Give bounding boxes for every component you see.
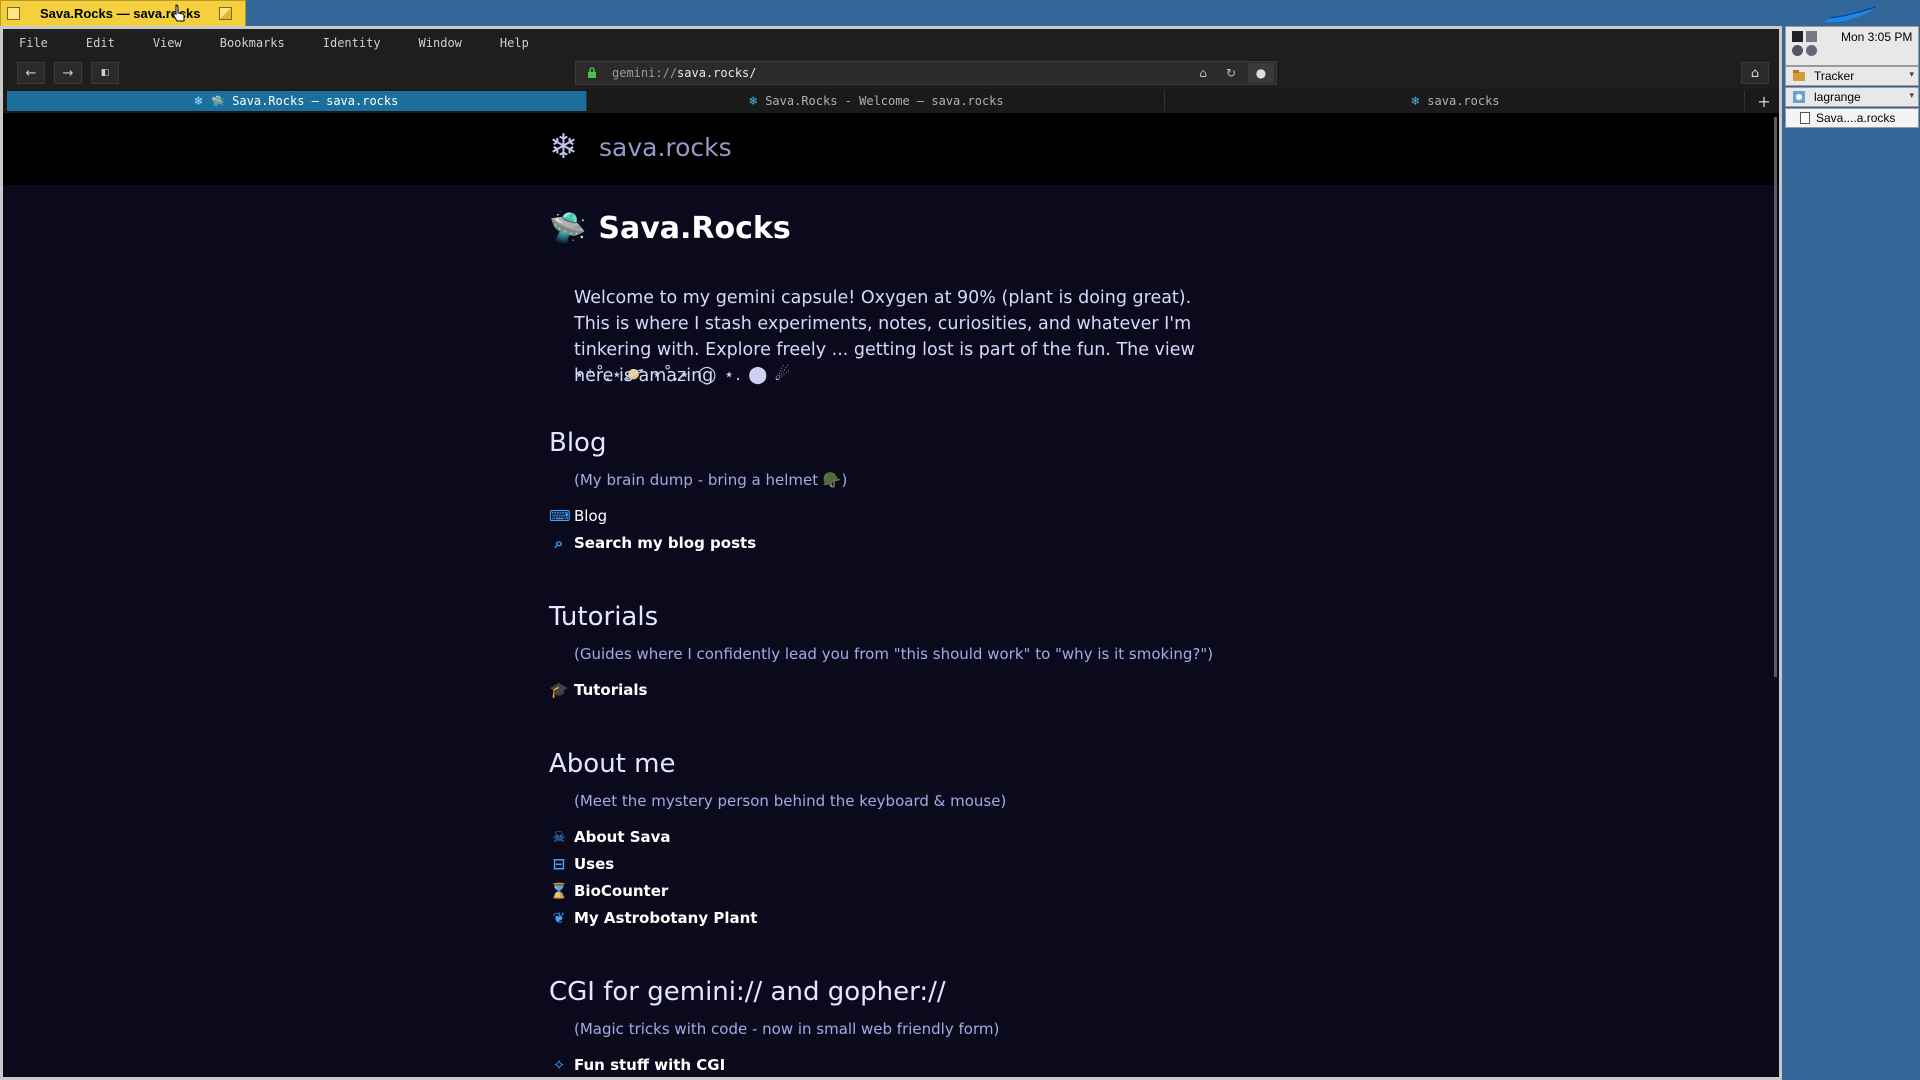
heading-tutorials: Tutorials <box>549 602 659 632</box>
note-tutorials: (Guides where I confidently lead you fro… <box>574 645 1214 663</box>
site-banner: ❄ sava.rocks <box>3 113 1779 185</box>
arrow-right-icon: → <box>62 65 74 81</box>
reload-button[interactable]: ↻ <box>1222 65 1240 81</box>
menu-view[interactable]: View <box>153 36 182 50</box>
snowflake-icon: ❄ <box>1411 93 1420 109</box>
expand-arrow-icon[interactable]: ▾ <box>1909 70 1914 80</box>
link-tutorials[interactable]: 🎓 Tutorials <box>549 681 648 699</box>
snowflake-icon: ❄ <box>194 93 203 109</box>
bookmark-tag-button[interactable]: ⌂ <box>1194 65 1212 81</box>
scrollbar[interactable] <box>1774 117 1777 677</box>
tray-network-icon[interactable] <box>1806 31 1817 42</box>
link-uses[interactable]: ⊟ Uses <box>549 855 615 873</box>
heading-about: About me <box>549 749 676 779</box>
snowflake-icon: ❄ <box>749 93 758 109</box>
new-tab-button[interactable]: + <box>1751 91 1777 111</box>
url-text[interactable]: gemini://sava.rocks/ <box>612 66 757 80</box>
tray-volume-icon[interactable] <box>1806 45 1817 56</box>
tray-monitor-icon[interactable] <box>1792 31 1803 42</box>
note-cgi: (Magic tricks with code - now in small w… <box>574 1020 1000 1038</box>
menu-edit[interactable]: Edit <box>86 36 115 50</box>
window-close-button[interactable] <box>7 7 20 20</box>
lagrange-icon <box>1793 91 1805 103</box>
toolbar: ← → ◧ gemini://sava.rocks/ ⌂ ↻ ● ⌂ <box>3 57 1779 89</box>
menu-help[interactable]: Help <box>500 36 529 50</box>
menu-identity[interactable]: Identity <box>323 36 381 50</box>
forward-button[interactable]: → <box>54 62 82 84</box>
menu-file[interactable]: File <box>19 36 48 50</box>
lock-icon <box>588 67 596 78</box>
sidebar-toggle-button[interactable]: ◧ <box>91 62 119 84</box>
browser-window: File Edit View Bookmarks Identity Window… <box>0 26 1782 1080</box>
sidebar-icon: ◧ <box>100 68 110 78</box>
page-content[interactable]: ❄ sava.rocks 🛸 Sava.Rocks Welcome to my … <box>3 113 1779 1077</box>
identity-button[interactable]: ● <box>1248 63 1274 83</box>
menu-bookmarks[interactable]: Bookmarks <box>220 36 285 50</box>
arrow-left-icon: ← <box>25 65 37 81</box>
graduation-cap-icon: 🎓 <box>549 681 569 699</box>
window-title-tab[interactable]: Sava.Rocks — sava.rocks <box>0 0 246 27</box>
hourglass-icon: ⌛ <box>549 882 569 900</box>
expand-arrow-icon[interactable]: ▾ <box>1909 91 1914 101</box>
page-title: 🛸 Sava.Rocks <box>549 211 791 246</box>
snowflake-icon: ❄ <box>549 127 578 167</box>
dock-item-lagrange[interactable]: lagrange ▾ <box>1785 87 1919 107</box>
plus-icon: + <box>1757 91 1771 111</box>
tray-area: Mon 3:05 PM <box>1785 26 1919 66</box>
menu-window[interactable]: Window <box>419 36 462 50</box>
window-title: Sava.Rocks — sava.rocks <box>40 6 201 21</box>
ufo-icon: 🛸 <box>210 94 225 108</box>
tag-icon: ⌂ <box>1199 66 1207 80</box>
deskbar: Mon 3:05 PM Tracker ▾ lagrange ▾ Sava...… <box>1784 0 1920 1080</box>
clock[interactable]: Mon 3:05 PM <box>1841 30 1912 44</box>
dock-window-item[interactable]: Sava....a.rocks <box>1785 108 1919 128</box>
stars-decoration: ⋆⁺˚.⋆🪐 ⋆˚.⋆ ◯ ⋆. ⬤ ☄ <box>574 365 791 385</box>
window-zoom-button[interactable] <box>219 7 232 20</box>
link-astrobotany[interactable]: ❦ My Astrobotany Plant <box>549 909 758 927</box>
note-blog: (My brain dump - bring a helmet 🪖) <box>574 471 848 489</box>
ufo-icon: 🛸 <box>549 211 587 246</box>
tab-sava-rocks[interactable]: ❄ 🛸 Sava.Rocks — sava.rocks <box>7 91 587 111</box>
tab-sava-rocks-3[interactable]: ❄ sava.rocks <box>1167 91 1745 111</box>
dock-item-tracker[interactable]: Tracker ▾ <box>1785 66 1919 86</box>
link-biocounter[interactable]: ⌛ BioCounter <box>549 882 669 900</box>
link-about-sava[interactable]: ☠ About Sava <box>549 828 670 846</box>
tray-media-icon[interactable] <box>1792 45 1803 56</box>
menu-bar: File Edit View Bookmarks Identity Window… <box>3 29 1779 57</box>
leaf-icon: ❦ <box>552 909 566 927</box>
toolbox-icon: ⊟ <box>552 855 566 873</box>
mouse-cursor-icon <box>173 4 185 22</box>
link-blog[interactable]: ⌨ Blog <box>549 507 607 525</box>
skull-icon: ☠ <box>552 828 566 846</box>
wand-icon: ✧ <box>552 1056 566 1074</box>
home-icon: ⌂ <box>1750 65 1760 81</box>
heading-cgi: CGI for gemini:// and gopher:// <box>549 977 946 1007</box>
tray-icons <box>1792 31 1824 61</box>
back-button[interactable]: ← <box>17 62 45 84</box>
magnifier-icon: ⌕ <box>554 534 564 552</box>
link-cgi[interactable]: ✧ Fun stuff with CGI <box>549 1056 726 1074</box>
url-bar[interactable]: gemini://sava.rocks/ ⌂ ↻ ● <box>575 61 1277 85</box>
note-about: (Meet the mystery person behind the keyb… <box>574 792 1007 810</box>
typewriter-icon: ⌨ <box>549 507 571 525</box>
home-button[interactable]: ⌂ <box>1741 62 1769 84</box>
link-search-blog[interactable]: ⌕ Search my blog posts <box>549 534 756 552</box>
heading-blog: Blog <box>549 428 607 458</box>
reload-icon: ↻ <box>1225 66 1237 80</box>
document-icon <box>1800 112 1810 124</box>
site-name: sava.rocks <box>599 133 732 162</box>
leaf-logo-icon[interactable] <box>1820 4 1884 26</box>
user-icon: ● <box>1255 66 1267 80</box>
tab-bar: ❄ 🛸 Sava.Rocks — sava.rocks ❄ Sava.Rocks… <box>3 89 1779 113</box>
tracker-icon <box>1793 70 1805 81</box>
tab-sava-rocks-welcome[interactable]: ❄ Sava.Rocks - Welcome — sava.rocks <box>589 91 1165 111</box>
